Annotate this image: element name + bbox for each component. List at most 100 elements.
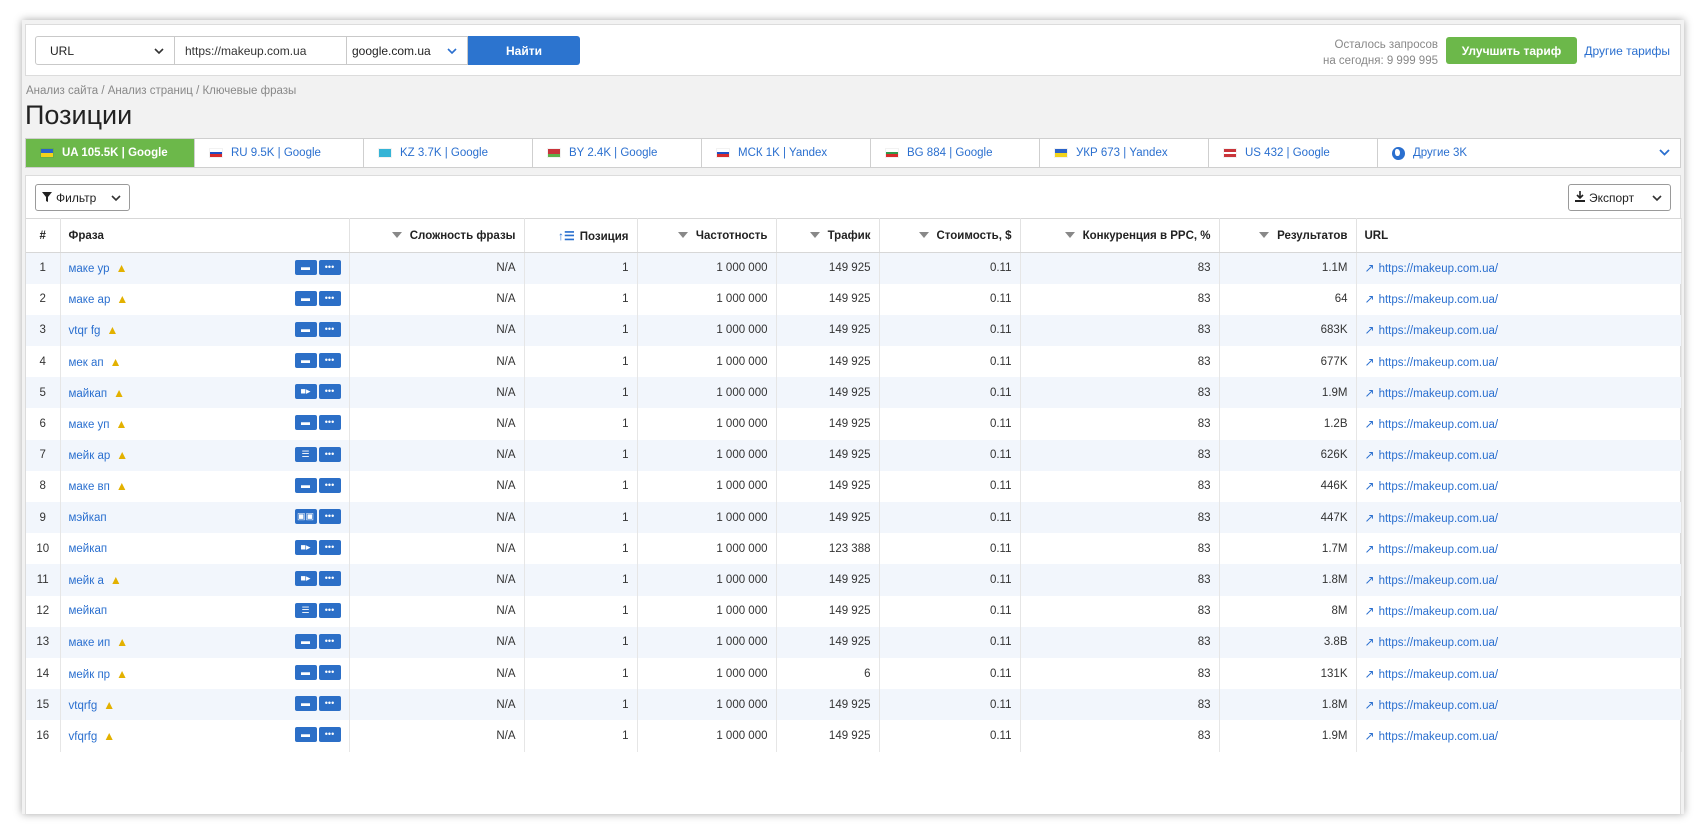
- url-link[interactable]: https://makeup.com.ua/: [1379, 325, 1499, 337]
- external-link-icon[interactable]: ↗: [1365, 667, 1375, 681]
- phrase-link[interactable]: vtqrfg: [69, 700, 98, 712]
- url-link[interactable]: https://makeup.com.ua/: [1379, 669, 1499, 681]
- url-link[interactable]: https://makeup.com.ua/: [1379, 388, 1499, 400]
- phrase-link[interactable]: майкап: [69, 388, 108, 400]
- external-link-icon[interactable]: ↗: [1365, 511, 1375, 525]
- phrase-link[interactable]: мек ап: [69, 357, 104, 369]
- table-row[interactable]: 4 мек ап ▲ ▬ ••• N/A 1 1 000 000 149 925 0.11 83 67…: [26, 346, 1682, 378]
- tab-region-3[interactable]: BY 2.4K | Google: [533, 139, 702, 167]
- chat-icon[interactable]: ▬: [294, 260, 317, 275]
- url-link[interactable]: https://makeup.com.ua/: [1379, 700, 1499, 712]
- more-icon[interactable]: •••: [318, 633, 341, 649]
- table-row[interactable]: 13 маке ип ▲ ▬ ••• N/A 1 1 000 000 149 925 0.11 83…: [26, 626, 1682, 658]
- tab-region-6[interactable]: УКР 673 | Yandex: [1040, 139, 1209, 167]
- col-header-difficulty[interactable]: Сложность фразы: [349, 218, 525, 253]
- warning-icon[interactable]: ▲: [116, 667, 128, 681]
- url-link[interactable]: https://makeup.com.ua/: [1379, 357, 1499, 369]
- table-row[interactable]: 11 мейк а ▲ ■▸ ••• N/A 1 1 000 000 149 925 0.11 83…: [26, 564, 1682, 596]
- phrase-link[interactable]: мейкап: [69, 605, 108, 617]
- warning-icon[interactable]: ▲: [116, 479, 128, 493]
- col-header-ppc[interactable]: Конкуренция в PPC, %: [1020, 218, 1220, 253]
- warning-icon[interactable]: ▲: [113, 386, 125, 400]
- phrase-link[interactable]: маке вп: [69, 481, 110, 493]
- phrase-link[interactable]: мэйкап: [69, 512, 107, 524]
- phrase-link[interactable]: мейк а: [69, 575, 104, 587]
- more-icon[interactable]: •••: [318, 384, 341, 400]
- chat-icon[interactable]: ▬: [294, 633, 317, 649]
- chat-icon[interactable]: ▬: [294, 664, 317, 680]
- more-icon[interactable]: •••: [318, 571, 341, 587]
- url-link[interactable]: https://makeup.com.ua/: [1379, 419, 1499, 431]
- snippet-icon[interactable]: ☰: [294, 602, 317, 618]
- phrase-link[interactable]: vfqrfg: [69, 731, 98, 743]
- more-icon[interactable]: •••: [318, 602, 341, 618]
- table-row[interactable]: 5 майкап ▲ ■▸ ••• N/A 1 1 000 000 149 925 0.11 83 1…: [26, 377, 1682, 409]
- phrase-link[interactable]: vtqr fg: [69, 325, 101, 337]
- table-row[interactable]: 15 vtqrfg ▲ ▬ ••• N/A 1 1 000 000 149 925 0.11 83 1…: [26, 689, 1682, 721]
- warning-icon[interactable]: ▲: [110, 355, 122, 369]
- video-icon[interactable]: ■▸: [294, 540, 317, 556]
- more-icon[interactable]: •••: [318, 415, 341, 431]
- chat-icon[interactable]: ▬: [294, 290, 317, 306]
- external-link-icon[interactable]: ↗: [1365, 355, 1375, 369]
- more-icon[interactable]: •••: [318, 353, 341, 369]
- phrase-link[interactable]: маке ур: [69, 263, 110, 275]
- url-link[interactable]: https://makeup.com.ua/: [1379, 544, 1499, 556]
- chat-icon[interactable]: ▬: [294, 727, 317, 743]
- external-link-icon[interactable]: ↗: [1365, 573, 1375, 587]
- table-row[interactable]: 3 vtqr fg ▲ ▬ ••• N/A 1 1 000 000 149 925 0.11 83 6…: [26, 314, 1682, 347]
- tab-region-2[interactable]: KZ 3.7K | Google: [364, 139, 533, 167]
- col-header-traffic[interactable]: Трафик: [776, 218, 880, 253]
- url-link[interactable]: https://makeup.com.ua/: [1379, 450, 1499, 462]
- phrase-link[interactable]: маке уп: [69, 419, 110, 431]
- url-link[interactable]: https://makeup.com.ua/: [1379, 606, 1499, 618]
- warning-icon[interactable]: ▲: [106, 323, 118, 337]
- warning-icon[interactable]: ▲: [116, 261, 128, 275]
- more-icon[interactable]: •••: [318, 477, 341, 493]
- url-link[interactable]: https://makeup.com.ua/: [1379, 637, 1499, 649]
- url-link[interactable]: https://makeup.com.ua/: [1379, 575, 1499, 587]
- table-row[interactable]: 8 маке вп ▲ ▬ ••• N/A 1 1 000 000 149 925 0.11 83 4…: [26, 470, 1682, 502]
- url-link[interactable]: https://makeup.com.ua/: [1379, 294, 1499, 306]
- external-link-icon[interactable]: ↗: [1365, 386, 1375, 400]
- chat-icon[interactable]: ▬: [294, 696, 317, 712]
- url-link[interactable]: https://makeup.com.ua/: [1379, 513, 1499, 525]
- url-link[interactable]: https://makeup.com.ua/: [1379, 731, 1499, 743]
- table-row[interactable]: 1 маке ур ▲ ▬ ••• N/A 1 1 000 000 149 925 0.11 83 1…: [26, 252, 1682, 284]
- tab-region-7[interactable]: US 432 | Google: [1209, 139, 1378, 167]
- more-icon[interactable]: •••: [318, 321, 341, 337]
- warning-icon[interactable]: ▲: [116, 635, 128, 649]
- col-header-frequency[interactable]: Частотность: [637, 218, 777, 253]
- external-link-icon[interactable]: ↗: [1365, 448, 1375, 462]
- warning-icon[interactable]: ▲: [110, 573, 122, 587]
- warning-icon[interactable]: ▲: [103, 698, 115, 712]
- breadcrumb[interactable]: Анализ сайта / Анализ страниц / Ключевые…: [26, 85, 296, 97]
- external-link-icon[interactable]: ↗: [1365, 729, 1375, 743]
- col-header-position[interactable]: ↑☰ Позиция: [524, 218, 638, 253]
- video-icon[interactable]: ■▸: [294, 384, 317, 400]
- more-icon[interactable]: •••: [318, 290, 341, 306]
- col-header-results[interactable]: Результатов: [1219, 218, 1357, 253]
- more-icon[interactable]: •••: [318, 509, 341, 524]
- images-icon[interactable]: ▣▣: [294, 509, 317, 524]
- url-link[interactable]: https://makeup.com.ua/: [1379, 481, 1499, 493]
- warning-icon[interactable]: ▲: [116, 292, 128, 306]
- chat-icon[interactable]: ▬: [294, 477, 317, 493]
- find-button[interactable]: Найти: [468, 36, 580, 65]
- table-row[interactable]: 9 мэйкап ▣▣ ••• N/A 1 1 000 000 149 925 0.11 83 44…: [26, 502, 1682, 534]
- external-link-icon[interactable]: ↗: [1365, 604, 1375, 618]
- upgrade-plan-button[interactable]: Улучшить тариф: [1446, 37, 1577, 64]
- col-header-cost[interactable]: Стоимость, $: [879, 218, 1021, 253]
- tab-region-0[interactable]: UA 105.5K | Google: [26, 139, 195, 167]
- tab-region-1[interactable]: RU 9.5K | Google: [195, 139, 364, 167]
- warning-icon[interactable]: ▲: [116, 448, 128, 462]
- chat-icon[interactable]: ▬: [294, 321, 317, 337]
- table-row[interactable]: 2 маке ар ▲ ▬ ••• N/A 1 1 000 000 149 925 0.11 83 6…: [26, 283, 1682, 315]
- tab-region-8[interactable]: Другие 3K: [1378, 139, 1680, 167]
- phrase-link[interactable]: мейк ар: [69, 450, 111, 462]
- external-link-icon[interactable]: ↗: [1365, 323, 1375, 337]
- warning-icon[interactable]: ▲: [116, 417, 128, 431]
- more-icon[interactable]: •••: [318, 446, 341, 462]
- url-input[interactable]: [175, 36, 347, 65]
- tab-region-4[interactable]: МСК 1K | Yandex: [702, 139, 871, 167]
